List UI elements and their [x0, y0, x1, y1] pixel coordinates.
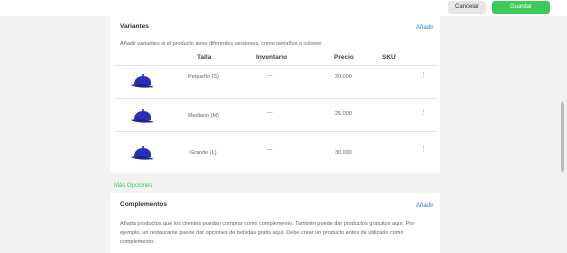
variants-title: Variantes — [120, 23, 149, 30]
cap-image — [131, 146, 154, 160]
column-header-size: Talla — [197, 54, 212, 61]
variant-size: Grande (L) — [190, 150, 217, 156]
variant-price: 20.000 — [335, 74, 352, 80]
column-header-sku: SKU — [382, 54, 396, 61]
complements-description: Añada productos que los clientes puedan … — [120, 221, 415, 245]
more-vertical-icon[interactable]: ⋮ — [420, 146, 427, 153]
row-divider — [115, 131, 437, 132]
cap-image — [131, 74, 154, 88]
variant-inventory: — — [267, 73, 273, 79]
row-divider — [115, 65, 437, 66]
column-header-price: Precio — [334, 54, 354, 61]
variants-description: Añadir variantes si el producto tiene di… — [120, 41, 322, 47]
row-divider — [115, 98, 437, 99]
variant-inventory: — — [267, 147, 273, 153]
variant-price: 30.000 — [335, 150, 352, 156]
cap-image — [131, 109, 154, 123]
more-vertical-icon[interactable]: ⋮ — [420, 72, 427, 79]
variant-size: Pequeño (S) — [188, 74, 219, 80]
column-header-inventory: Inventario — [256, 54, 288, 61]
top-action-bar: Cancelar Guardar — [0, 0, 567, 16]
variant-price: 25.000 — [335, 111, 352, 117]
cancel-button[interactable]: Cancelar — [448, 1, 486, 14]
variant-size: Mediano (M) — [188, 113, 219, 119]
complements-title: Complementos — [120, 201, 167, 208]
add-variant-link[interactable]: Añadir — [416, 25, 433, 31]
more-options-link[interactable]: Más Opciones — [114, 183, 152, 189]
more-vertical-icon[interactable]: ⋮ — [420, 109, 427, 116]
add-complement-link[interactable]: Añadir — [416, 203, 433, 209]
save-button[interactable]: Guardar — [492, 1, 550, 14]
scrollbar-thumb[interactable] — [561, 102, 564, 172]
variants-card — [110, 16, 440, 173]
variant-inventory: — — [267, 110, 273, 116]
